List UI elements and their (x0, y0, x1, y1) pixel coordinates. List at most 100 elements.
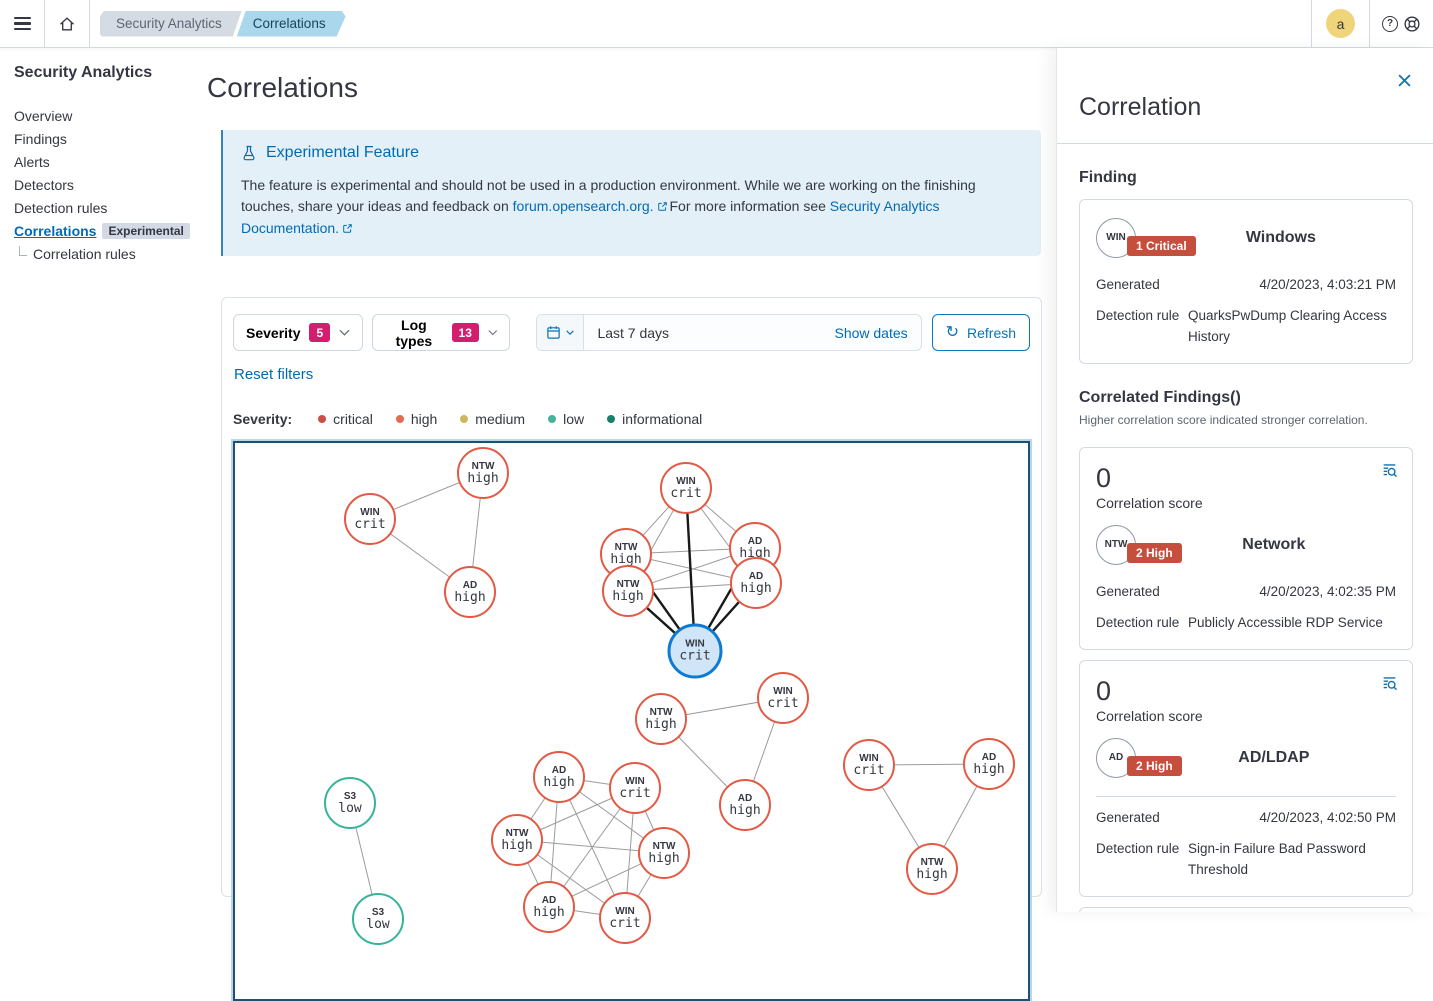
graph-node-win-crit[interactable]: WINcrit (599, 892, 651, 944)
graph-node-win-crit[interactable]: WINcrit (609, 762, 661, 814)
detection-rule-value: Publicly Accessible RDP Service (1180, 612, 1396, 633)
node-severity-label: high (533, 906, 564, 920)
node-severity-label: crit (354, 518, 385, 532)
breadcrumb-correlations[interactable]: Correlations (237, 11, 346, 37)
severity-count-badge: 5 (309, 323, 330, 342)
avatar[interactable]: a (1326, 9, 1355, 38)
node-type-label: WIN (615, 906, 634, 917)
legend-dot (460, 415, 468, 423)
inspect-finding-button[interactable] (1381, 462, 1398, 484)
logtype-row: NTW2 HighNetwork (1096, 525, 1396, 565)
sidebar-item-detection-rules[interactable]: Detection rules (14, 200, 199, 216)
sidebar-item-correlation-rules[interactable]: Correlation rules (19, 246, 199, 262)
node-severity-label: high (454, 591, 485, 605)
node-type-label: AD (749, 571, 763, 582)
quick-select-button[interactable] (537, 315, 584, 350)
support-lifebuoy-icon[interactable] (1403, 15, 1421, 33)
sidebar-item-detectors[interactable]: Detectors (14, 177, 199, 193)
graph-node-ad-high[interactable]: ADhigh (444, 566, 496, 618)
detection-rule-row: Detection ruleSign-in Failure Bad Passwo… (1096, 838, 1396, 880)
sidebar: Security Analytics OverviewFindingsAlert… (0, 48, 205, 912)
show-dates-link[interactable]: Show dates (834, 325, 920, 341)
generated-row: Generated4/20/2023, 4:02:50 PM (1096, 807, 1396, 828)
log-types-count-badge: 13 (452, 323, 479, 342)
legend-item-medium: medium (460, 411, 525, 427)
graph-node-s3-low[interactable]: S3low (352, 893, 404, 945)
close-icon (1398, 74, 1411, 87)
chevron-down-icon (339, 329, 350, 336)
legend-label: Severity: (233, 411, 292, 427)
refresh-button[interactable]: ↻ Refresh (932, 314, 1030, 351)
help-icon[interactable]: ? (1382, 16, 1398, 32)
inspect-finding-button[interactable] (1381, 675, 1398, 697)
node-type-label: NTW (615, 542, 638, 553)
node-type-label: S3 (372, 907, 384, 918)
graph-node-ntw-high[interactable]: NTWhigh (491, 814, 543, 866)
node-type-label: WIN (360, 507, 379, 518)
graph-node-win-crit[interactable]: WINcrit (660, 462, 712, 514)
forum-link[interactable]: forum.opensearch.org. (513, 198, 654, 214)
log-types-filter-button[interactable]: Log types 13 (372, 314, 510, 351)
node-severity-label: low (338, 802, 361, 816)
node-type-label: WIN (859, 753, 878, 764)
external-link-icon (657, 201, 668, 212)
date-range-value[interactable]: Last 7 days (584, 325, 834, 341)
node-type-label: AD (738, 793, 752, 804)
graph-node-ntw-high[interactable]: NTWhigh (602, 565, 654, 617)
correlation-flyout: Correlation Finding WIN 1 Critical Windo… (1056, 48, 1433, 912)
experimental-badge: Experimental (102, 223, 189, 239)
correlated-finding-card: 0Correlation scoreAD2 HighAD/LDAP (1079, 907, 1413, 913)
node-severity-label: high (729, 804, 760, 818)
detection-rule-label: Detection rule (1096, 838, 1180, 880)
graph-node-win-crit[interactable]: WINcrit (668, 624, 723, 679)
node-severity-label: high (467, 472, 498, 486)
legend-item-low: low (548, 411, 584, 427)
graph-node-s3-low[interactable]: S3low (324, 777, 376, 829)
detection-rule-value: QuarksPwDump Clearing Access History (1180, 305, 1396, 347)
node-type-label: NTW (617, 579, 640, 590)
graph-node-ad-high[interactable]: ADhigh (719, 779, 771, 831)
graph-node-ad-high[interactable]: ADhigh (730, 557, 782, 609)
legend-dot (396, 415, 404, 423)
menu-button[interactable] (0, 0, 44, 47)
top-navigation-bar: Security Analytics Correlations a ? (0, 0, 1433, 48)
legend-item-critical: critical (318, 411, 373, 427)
refresh-label: Refresh (967, 325, 1016, 341)
sidebar-item-alerts[interactable]: Alerts (14, 154, 199, 170)
graph-node-ad-high[interactable]: ADhigh (963, 738, 1015, 790)
node-severity-label: high (740, 582, 771, 596)
correlations-graph-canvas[interactable]: NTWhighWINcritADhighWINcritNTWhighNTWhig… (233, 441, 1030, 1001)
correlated-findings-heading: Correlated Findings() (1079, 389, 1413, 407)
graph-node-win-crit[interactable]: WINcrit (843, 739, 895, 791)
generated-label: Generated (1096, 807, 1180, 828)
graph-node-ntw-high[interactable]: NTWhigh (906, 843, 958, 895)
sidebar-item-correlations[interactable]: Correlations (14, 223, 96, 239)
node-type-label: NTW (921, 857, 944, 868)
severity-filter-button[interactable]: Severity 5 (233, 314, 363, 351)
legend-item-label: low (563, 411, 584, 427)
severity-filter-label: Severity (246, 325, 300, 341)
graph-node-ad-high[interactable]: ADhigh (523, 881, 575, 933)
sidebar-item-findings[interactable]: Findings (14, 131, 199, 147)
graph-node-ntw-high[interactable]: NTWhigh (638, 827, 690, 879)
graph-node-ad-high[interactable]: ADhigh (533, 751, 585, 803)
graph-node-ntw-high[interactable]: NTWhigh (457, 447, 509, 499)
severity-badge: 2 High (1127, 756, 1182, 776)
reset-filters-link[interactable]: Reset filters (234, 366, 313, 383)
node-type-label: NTW (653, 841, 676, 852)
node-severity-label: high (612, 590, 643, 604)
detection-rule-label: Detection rule (1096, 612, 1180, 633)
graph-node-win-crit[interactable]: WINcrit (344, 493, 396, 545)
node-type-label: WIN (773, 686, 792, 697)
date-range-picker: Last 7 days Show dates (536, 314, 921, 351)
home-icon (58, 15, 76, 33)
graph-node-win-crit[interactable]: WINcrit (757, 672, 809, 724)
legend-item-label: critical (333, 411, 373, 427)
home-button[interactable] (45, 0, 89, 47)
node-type-label: NTW (472, 461, 495, 472)
graph-node-ntw-high[interactable]: NTWhigh (635, 693, 687, 745)
sidebar-item-overview[interactable]: Overview (14, 108, 199, 124)
node-severity-label: high (543, 776, 574, 790)
breadcrumb-security-analytics[interactable]: Security Analytics (100, 11, 242, 37)
close-button[interactable] (1398, 74, 1411, 92)
